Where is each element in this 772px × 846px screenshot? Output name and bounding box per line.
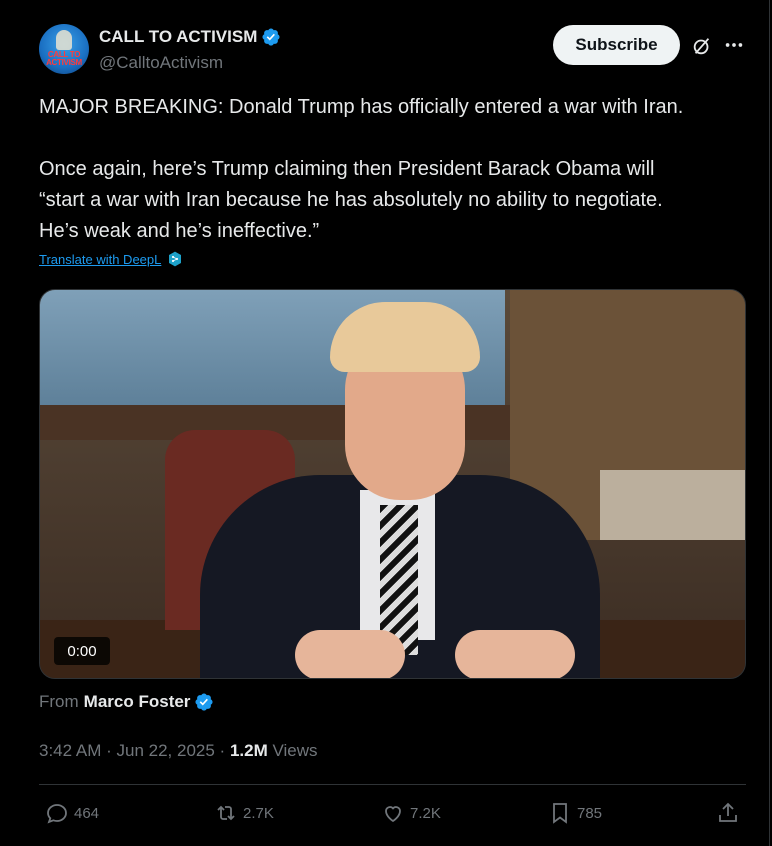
translate-link[interactable]: Translate with DeepL bbox=[39, 251, 183, 267]
more-icon[interactable] bbox=[723, 34, 745, 56]
display-name-text[interactable]: CALL TO ACTIVISM bbox=[99, 27, 257, 47]
video-frame-hand-left bbox=[295, 630, 405, 678]
tweet-meta: 3:42 AM · Jun 22, 2025 · 1.2M Views bbox=[39, 741, 318, 761]
meta-separator: · bbox=[219, 741, 230, 760]
column-border bbox=[769, 0, 770, 846]
avatar-text: CALL TO ACTIVISM bbox=[46, 50, 82, 67]
media-attribution: From Marco Foster bbox=[39, 692, 214, 712]
deepl-icon[interactable] bbox=[167, 251, 183, 267]
video-frame-hair bbox=[330, 302, 480, 372]
reply-button[interactable]: 464 bbox=[45, 801, 99, 825]
heart-icon bbox=[385, 806, 401, 823]
bookmark-count: 785 bbox=[577, 804, 603, 822]
tweet-line-1: MAJOR BREAKING: Donald Trump has officia… bbox=[39, 96, 684, 118]
share-icon bbox=[719, 802, 737, 822]
repost-button[interactable]: 2.7K bbox=[214, 801, 274, 825]
bookmark-button[interactable]: 785 bbox=[548, 801, 602, 825]
tweet-time[interactable]: 3:42 AM bbox=[39, 741, 101, 760]
display-name[interactable]: CALL TO ACTIVISM bbox=[99, 27, 281, 47]
handle[interactable]: @CalltoActivism bbox=[99, 53, 223, 73]
divider bbox=[39, 784, 746, 785]
tweet-line-3: “start a war with Iran because he has ab… bbox=[39, 189, 663, 211]
attribution-name[interactable]: Marco Foster bbox=[84, 692, 191, 712]
video-player[interactable] bbox=[39, 289, 746, 679]
avatar[interactable]: CALL TO ACTIVISM bbox=[39, 24, 89, 74]
share-button[interactable] bbox=[716, 801, 745, 825]
video-frame-papers bbox=[600, 470, 745, 540]
attribution-prefix: From bbox=[39, 692, 79, 711]
grok-icon[interactable] bbox=[691, 35, 713, 57]
bookmark-icon bbox=[553, 803, 567, 824]
tweet-text: MAJOR BREAKING: Donald Trump has officia… bbox=[39, 92, 739, 247]
tweet-line-2: Once again, here’s Trump claiming then P… bbox=[39, 158, 655, 180]
meta-separator: · bbox=[106, 741, 117, 760]
verified-badge-icon[interactable] bbox=[261, 27, 281, 47]
like-count: 7.2K bbox=[410, 804, 441, 822]
subscribe-button[interactable]: Subscribe bbox=[553, 25, 680, 65]
reply-icon bbox=[47, 804, 67, 824]
translate-label[interactable]: Translate with DeepL bbox=[39, 252, 161, 267]
video-duration-badge: 0:00 bbox=[54, 637, 110, 665]
views-label: Views bbox=[272, 741, 318, 760]
avatar-statue-graphic bbox=[56, 30, 72, 50]
tweet-line-4: He’s weak and he’s ineffective.” bbox=[39, 220, 320, 242]
tweet-date[interactable]: Jun 22, 2025 bbox=[117, 741, 215, 760]
repost-count: 2.7K bbox=[243, 804, 274, 822]
views-count: 1.2M bbox=[229, 741, 268, 760]
verified-badge-icon[interactable] bbox=[194, 692, 214, 712]
video-frame-hand-right bbox=[455, 630, 575, 678]
reply-count: 464 bbox=[74, 804, 100, 822]
like-button[interactable]: 7.2K bbox=[381, 801, 441, 825]
repost-icon bbox=[217, 805, 235, 821]
